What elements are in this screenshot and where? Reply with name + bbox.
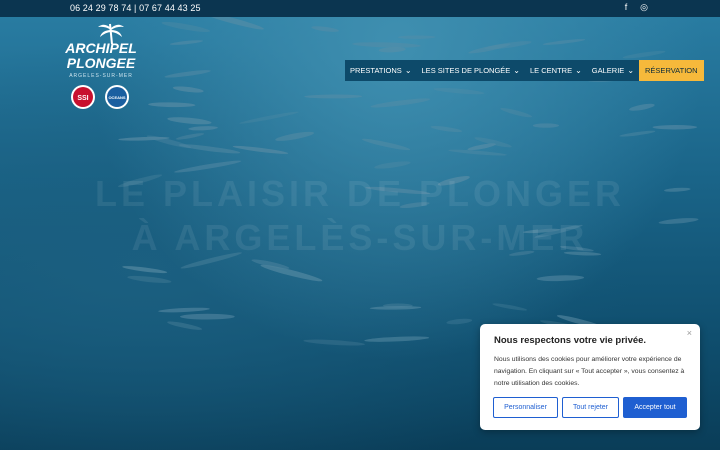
logo-text-archipel: ARCHIPEL [64, 40, 137, 56]
fish-shape [127, 275, 172, 283]
chevron-down-icon: ⌄ [513, 66, 520, 75]
close-icon[interactable]: × [687, 328, 692, 338]
chevron-down-icon: ⌄ [575, 66, 582, 75]
fish-shape [536, 275, 585, 282]
fish-shape [370, 98, 431, 108]
fish-shape [492, 303, 528, 311]
customize-button[interactable]: Personnaliser [493, 397, 558, 418]
fish-shape [397, 35, 436, 39]
fish-shape [542, 39, 586, 45]
ssi-badge-icon: SSI [71, 85, 95, 109]
fish-shape [304, 94, 363, 99]
chevron-down-icon: ⌄ [404, 66, 412, 75]
fish-shape [532, 123, 560, 128]
fish-shape [468, 43, 511, 54]
fish-shape [178, 144, 241, 154]
site-logo[interactable]: ARCHIPEL PLONGEE ARGELES-SUR-MER SSI OCE… [64, 22, 138, 112]
fish-shape [161, 21, 211, 32]
social-links: f ◎ [620, 2, 650, 14]
oceans-badge-label: OCEANS [108, 95, 125, 100]
fish-shape [275, 131, 315, 141]
phone-numbers[interactable]: 06 24 29 78 74 | 07 67 44 43 25 [70, 3, 201, 13]
main-navigation: Prestations ⌄ Les sites de plongée ⌄ Le … [345, 60, 704, 81]
nav-item-galerie[interactable]: Galerie ⌄ [587, 60, 639, 81]
nav-item-prestations[interactable]: Prestations ⌄ [345, 60, 417, 81]
fish-shape [446, 318, 473, 325]
nav-label: Le centre [530, 66, 573, 75]
fish-shape [448, 149, 508, 156]
fish-shape [629, 103, 655, 111]
fish-shape [175, 133, 205, 140]
nav-label: Galerie [591, 66, 625, 75]
nav-item-sites-de-plongee[interactable]: Les sites de plongée ⌄ [417, 60, 525, 81]
logo-text-location: ARGELES-SUR-MER [69, 73, 133, 79]
fish-shape [179, 313, 235, 320]
fish-shape [619, 130, 656, 137]
reject-all-button[interactable]: Tout rejeter [562, 397, 619, 418]
cookie-description: Nous utilisons des cookies pour améliore… [494, 356, 685, 387]
fish-shape [169, 40, 204, 45]
fish-shape [158, 307, 210, 313]
fish-shape [232, 145, 289, 154]
cookie-title: Nous respectons votre vie privée. [494, 335, 647, 346]
hero-title: LE PLAISIR DE PLONGER À ARGELÈS-SUR-MER [60, 172, 660, 260]
fish-shape [362, 138, 411, 151]
nav-label: Prestations [350, 66, 402, 75]
fish-shape [500, 108, 533, 118]
facebook-icon[interactable]: f [620, 2, 632, 14]
fish-shape [148, 102, 196, 108]
hero-title-line1: LE PLAISIR DE PLONGER [94, 173, 626, 214]
fish-shape [239, 111, 299, 124]
fish-shape [303, 339, 365, 346]
nav-label: Réservation [645, 66, 698, 75]
fish-shape [664, 187, 691, 192]
logo-text-plongee: PLONGEE [67, 55, 136, 71]
fish-shape [167, 117, 212, 125]
oceans-badge-icon: OCEANS [105, 85, 129, 109]
cookie-consent-banner: × Nous respectons votre vie privée. Nous… [480, 324, 700, 430]
fish-shape [652, 125, 698, 130]
nav-item-reservation[interactable]: Réservation [639, 60, 704, 81]
accept-all-button[interactable]: Accepter tout [623, 397, 687, 418]
fish-shape [352, 42, 421, 48]
fish-shape [658, 218, 699, 224]
nav-item-le-centre[interactable]: Le centre ⌄ [525, 60, 587, 81]
fish-shape [167, 321, 203, 330]
chevron-down-icon: ⌄ [627, 66, 635, 75]
fish-shape [188, 126, 218, 131]
nav-label: Les sites de plongée [421, 66, 511, 75]
fish-shape [122, 266, 168, 274]
hero-title-line2: À ARGELÈS-SUR-MER [131, 217, 589, 258]
fish-shape [172, 86, 204, 93]
fish-shape [622, 50, 666, 59]
fish-shape [374, 161, 411, 169]
top-bar: 06 24 29 78 74 | 07 67 44 43 25 f ◎ [0, 0, 720, 17]
fish-shape [364, 336, 430, 342]
instagram-icon[interactable]: ◎ [638, 2, 650, 14]
fish-shape [433, 87, 485, 95]
fish-shape [430, 125, 463, 133]
ssi-badge-label: SSI [77, 95, 88, 102]
cookie-actions: Personnaliser Tout rejeter Accepter tout [493, 397, 687, 418]
fish-shape [164, 70, 211, 78]
fish-shape [311, 26, 339, 32]
